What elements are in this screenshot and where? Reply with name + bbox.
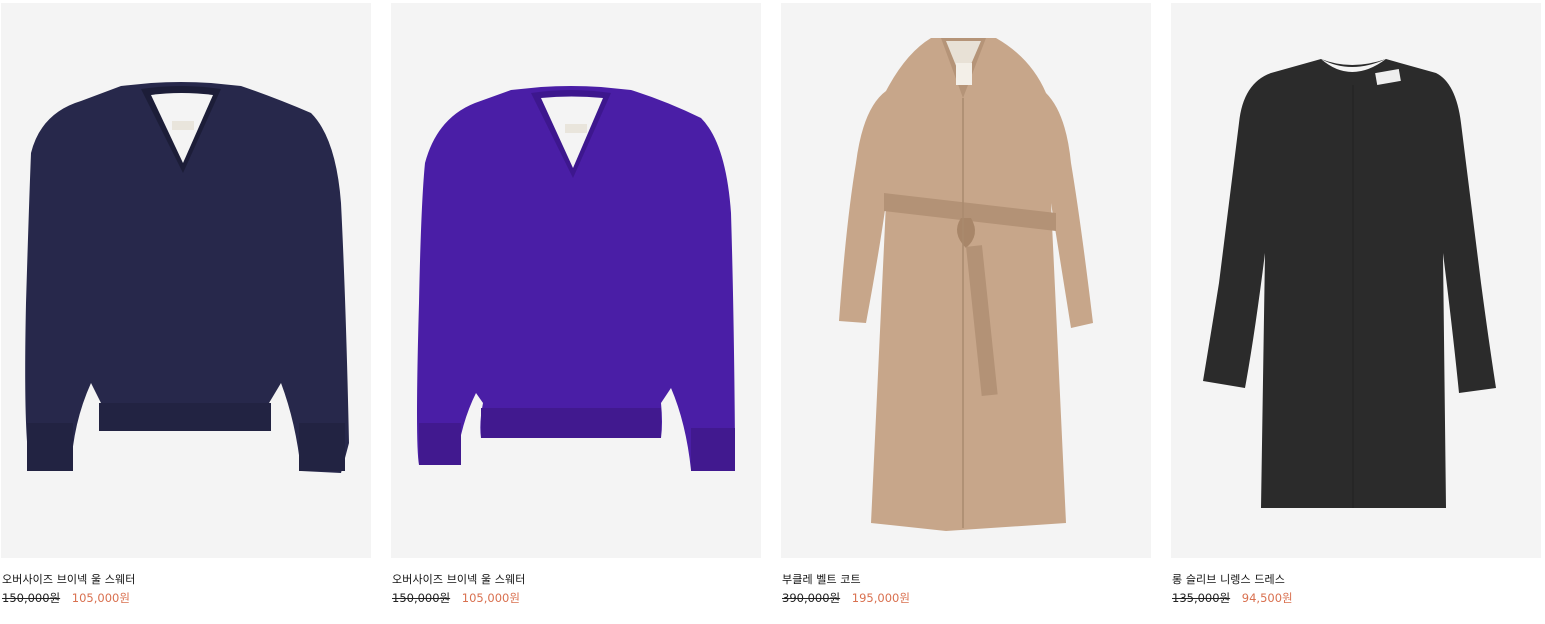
product-price: 390,000원 195,000원: [782, 590, 910, 606]
original-price: 150,000원: [392, 591, 451, 605]
product-name[interactable]: 오버사이즈 브이넥 울 스웨터: [392, 571, 525, 587]
product-name[interactable]: 롱 슬리브 니렝스 드레스: [1172, 571, 1285, 587]
product-card[interactable]: 부클레 벨트 코트 390,000원 195,000원: [781, 0, 1153, 624]
product-card[interactable]: 오버사이즈 브이넥 울 스웨터 150,000원 105,000원: [1, 0, 373, 624]
product-price: 135,000원 94,500원: [1172, 590, 1293, 606]
sale-price: 105,000원: [71, 591, 130, 605]
product-name[interactable]: 부클레 벨트 코트: [782, 571, 861, 587]
product-name[interactable]: 오버사이즈 브이넥 울 스웨터: [2, 571, 135, 587]
product-card[interactable]: 오버사이즈 브이넥 울 스웨터 150,000원 105,000원: [391, 0, 763, 624]
black-dress-image: [1203, 59, 1496, 508]
product-price: 150,000원 105,000원: [2, 590, 130, 606]
purple-sweater-image: [417, 86, 735, 471]
product-price: 150,000원 105,000원: [392, 590, 520, 606]
sale-price: 94,500원: [1241, 591, 1293, 605]
sale-price: 105,000원: [461, 591, 520, 605]
sale-price: 195,000원: [851, 591, 910, 605]
product-image[interactable]: [1, 3, 371, 558]
original-price: 150,000원: [2, 591, 61, 605]
beige-coat-image: [839, 38, 1093, 531]
product-image[interactable]: [781, 3, 1151, 558]
product-card[interactable]: 롱 슬리브 니렝스 드레스 135,000원 94,500원: [1171, 0, 1543, 624]
navy-sweater-image: [25, 82, 349, 473]
product-grid: 오버사이즈 브이넥 울 스웨터 150,000원 105,000원 오버사이즈 …: [0, 0, 1545, 624]
product-image[interactable]: [1171, 3, 1541, 558]
original-price: 390,000원: [782, 591, 841, 605]
product-image[interactable]: [391, 3, 761, 558]
original-price: 135,000원: [1172, 591, 1231, 605]
